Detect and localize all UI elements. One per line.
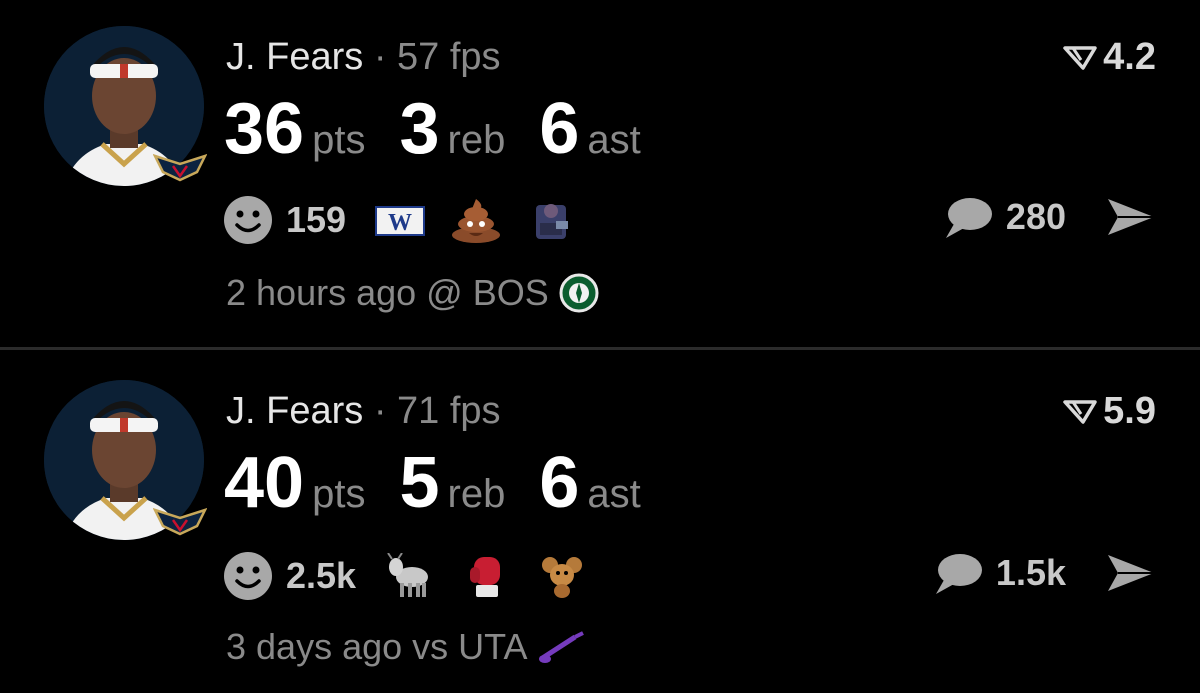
rebounds-value: 3 <box>399 89 440 169</box>
separator-dot: · <box>373 36 387 78</box>
assists-unit: ast <box>587 472 641 516</box>
score-value: 4.2 <box>1103 36 1156 78</box>
reaction-bar: 159 W <box>222 194 602 246</box>
comment-icon[interactable] <box>932 550 984 596</box>
poop-emoji[interactable] <box>450 197 502 243</box>
reaction-bar: 2.5k <box>222 550 612 602</box>
comment-icon[interactable] <box>942 194 994 240</box>
comment-bar: 280 <box>942 194 1156 240</box>
post-header: J. Fears · 71 fps <box>226 390 501 433</box>
time-ago: 2 hours ago <box>226 272 417 313</box>
svg-text:W: W <box>388 210 412 236</box>
post-header: J. Fears · 57 fps <box>226 36 501 79</box>
points-value: 40 <box>224 443 305 523</box>
feed-card[interactable]: J. Fears · 71 fps 5.9 40 pts 5 reb 6 ast… <box>0 350 1200 693</box>
comment-bar: 1.5k <box>932 550 1156 596</box>
reaction-count[interactable]: 159 <box>286 199 346 241</box>
share-icon[interactable] <box>1106 553 1156 593</box>
player-name[interactable]: J. Fears <box>226 390 363 432</box>
w-flag-icon[interactable]: W <box>374 197 426 243</box>
game-info: 2 hours ago @ BOS <box>226 272 599 314</box>
time-ago: 3 days ago <box>226 626 403 667</box>
game-info: 3 days ago vs UTA <box>226 626 585 668</box>
smile-reaction-icon[interactable] <box>222 194 274 246</box>
jazz-logo-icon <box>539 631 585 663</box>
rebounds-unit: reb <box>447 118 506 162</box>
stat-line: 40 pts 5 reb 6 ast <box>224 442 675 524</box>
rebounds-unit: reb <box>447 472 506 516</box>
boxing-glove-emoji[interactable] <box>460 553 512 599</box>
points-unit: pts <box>312 118 366 162</box>
score-badge: 4.2 <box>1063 36 1156 79</box>
points-unit: pts <box>312 472 366 516</box>
pelicans-logo-icon <box>153 508 207 536</box>
player-name[interactable]: J. Fears <box>226 36 363 78</box>
share-icon[interactable] <box>1106 197 1156 237</box>
score-value: 5.9 <box>1103 390 1156 432</box>
rebounds-value: 5 <box>399 443 440 523</box>
funnel-icon <box>1063 399 1097 424</box>
goat-emoji[interactable] <box>384 553 436 599</box>
smile-reaction-icon[interactable] <box>222 550 274 602</box>
stat-line: 36 pts 3 reb 6 ast <box>224 88 675 170</box>
comment-count[interactable]: 280 <box>1006 196 1066 238</box>
score-badge: 5.9 <box>1063 390 1156 433</box>
separator-dot: · <box>373 390 387 432</box>
comment-count[interactable]: 1.5k <box>996 552 1066 594</box>
celtics-logo-icon <box>559 273 599 313</box>
reaction-count[interactable]: 2.5k <box>286 555 356 597</box>
assists-value: 6 <box>539 89 580 169</box>
feed-card[interactable]: J. Fears · 57 fps 4.2 36 pts 3 reb 6 ast… <box>0 0 1200 348</box>
figure-emoji[interactable] <box>526 197 578 243</box>
opponent-label[interactable]: vs UTA <box>412 626 527 668</box>
assists-value: 6 <box>539 443 580 523</box>
funnel-icon <box>1063 45 1097 70</box>
pelicans-logo-icon <box>153 154 207 182</box>
cartoon-mouse-emoji[interactable] <box>536 553 588 599</box>
fps-label: 57 fps <box>397 36 501 78</box>
fps-label: 71 fps <box>397 390 501 432</box>
assists-unit: ast <box>587 118 641 162</box>
points-value: 36 <box>224 89 305 169</box>
opponent-label[interactable]: @ BOS <box>426 272 549 314</box>
